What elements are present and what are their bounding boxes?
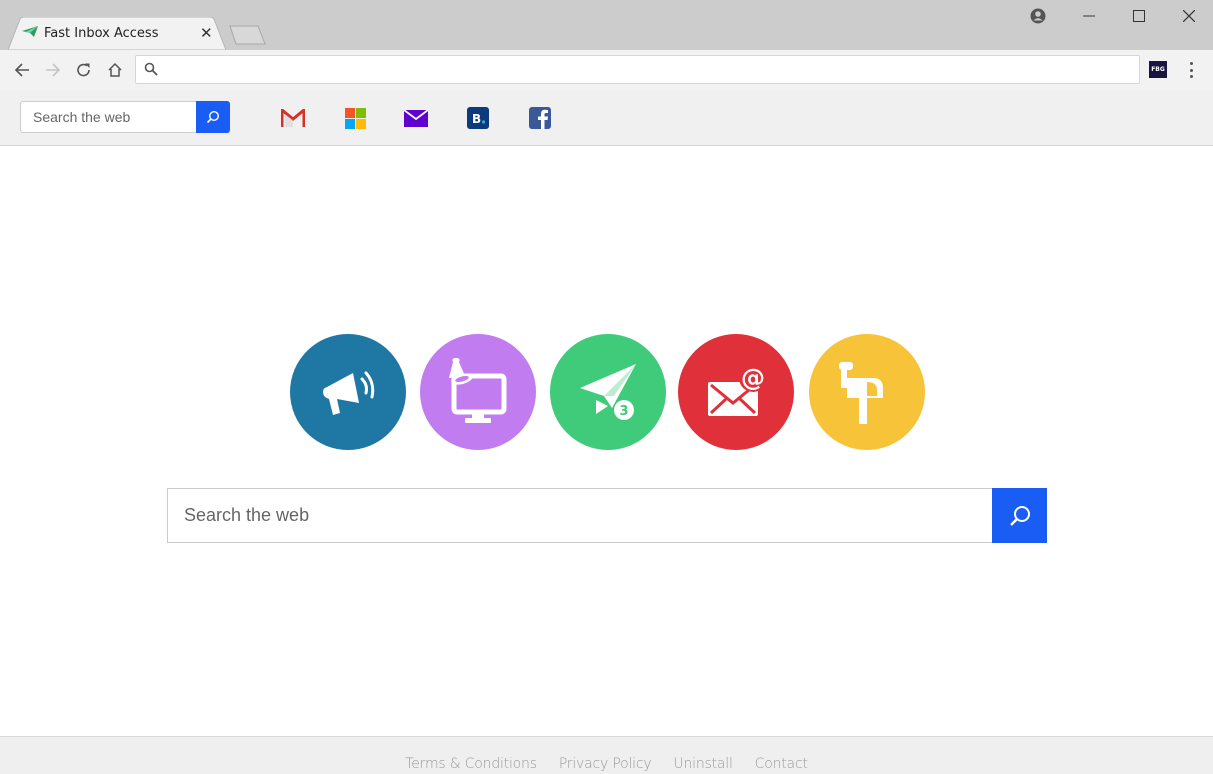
paper-plane-icon: 3	[580, 364, 636, 420]
home-icon	[108, 62, 122, 77]
footer-link-uninstall[interactable]: Uninstall	[673, 756, 732, 774]
yahoo-mail-icon	[404, 109, 428, 127]
home-button[interactable]	[103, 58, 127, 82]
bookmark-microsoft[interactable]	[342, 105, 368, 131]
menu-dot	[1189, 68, 1193, 72]
sent-badge: 3	[619, 404, 628, 419]
circle-announcements[interactable]	[290, 334, 406, 450]
paper-plane-icon	[22, 26, 38, 37]
main-search	[167, 488, 1047, 543]
footer-link-contact[interactable]: Contact	[755, 756, 808, 774]
svg-text:@: @	[741, 364, 765, 392]
top-search-button[interactable]	[196, 101, 230, 133]
maximize-button[interactable]	[1114, 0, 1164, 32]
bookmark-facebook[interactable]	[527, 105, 553, 131]
maximize-icon	[1133, 10, 1145, 22]
circle-mailbox[interactable]	[809, 334, 925, 450]
extension-fbg-icon[interactable]: FBG	[1149, 61, 1167, 78]
bookmark-booking[interactable]: B	[465, 105, 491, 131]
tab-title: Fast Inbox Access	[44, 26, 159, 41]
reload-button[interactable]	[72, 58, 96, 82]
new-tab-button[interactable]	[228, 25, 268, 45]
address-input[interactable]	[164, 58, 1124, 81]
extension-bar: B	[0, 90, 1213, 146]
forward-button[interactable]	[41, 58, 65, 82]
minimize-button[interactable]	[1064, 0, 1114, 32]
browser-menu-button[interactable]	[1182, 60, 1200, 80]
bookmark-yahoo-mail[interactable]	[403, 105, 429, 131]
megaphone-icon	[323, 371, 375, 415]
search-icon	[144, 62, 158, 76]
booking-icon: B	[467, 107, 489, 129]
main-content: 3 @	[0, 146, 1213, 736]
footer-link-privacy[interactable]: Privacy Policy	[559, 756, 652, 774]
tab-close-icon[interactable]: ✕	[200, 24, 213, 42]
browser-toolbar: FBG	[0, 50, 1213, 90]
browser-tab[interactable]: Fast Inbox Access ✕	[8, 17, 226, 50]
reload-icon	[77, 63, 90, 77]
profile-button[interactable]	[1013, 0, 1063, 32]
close-window-button[interactable]	[1164, 0, 1213, 32]
monitor-bell-icon	[449, 358, 507, 423]
main-search-button[interactable]	[992, 488, 1047, 543]
circle-sent-mail[interactable]: 3	[550, 334, 666, 450]
minimize-icon	[1083, 15, 1095, 17]
arrow-left-icon	[14, 63, 29, 77]
profile-icon	[1030, 8, 1046, 24]
arrow-right-icon	[46, 63, 61, 77]
mailbox-icon	[839, 362, 883, 424]
circle-email[interactable]: @	[678, 334, 794, 450]
search-icon	[206, 110, 220, 124]
bookmark-gmail[interactable]	[280, 105, 306, 131]
gmail-icon	[281, 109, 305, 127]
circle-desktop-notifications[interactable]	[420, 334, 536, 450]
search-icon	[1009, 505, 1030, 526]
microsoft-icon	[344, 107, 366, 129]
main-search-input[interactable]	[167, 488, 993, 543]
close-icon	[1183, 10, 1195, 22]
address-bar[interactable]	[135, 55, 1140, 84]
back-button[interactable]	[10, 58, 34, 82]
menu-dot	[1189, 62, 1193, 65]
menu-dot	[1189, 75, 1193, 78]
footer-link-terms[interactable]: Terms & Conditions	[405, 756, 537, 774]
top-search-input[interactable]	[20, 101, 197, 133]
svg-text:B: B	[472, 112, 481, 126]
facebook-icon	[529, 107, 551, 129]
envelope-at-icon: @	[708, 364, 767, 416]
footer: Terms & Conditions Privacy Policy Uninst…	[0, 736, 1213, 774]
title-bar: Fast Inbox Access ✕	[0, 0, 1213, 50]
top-search	[20, 101, 230, 133]
